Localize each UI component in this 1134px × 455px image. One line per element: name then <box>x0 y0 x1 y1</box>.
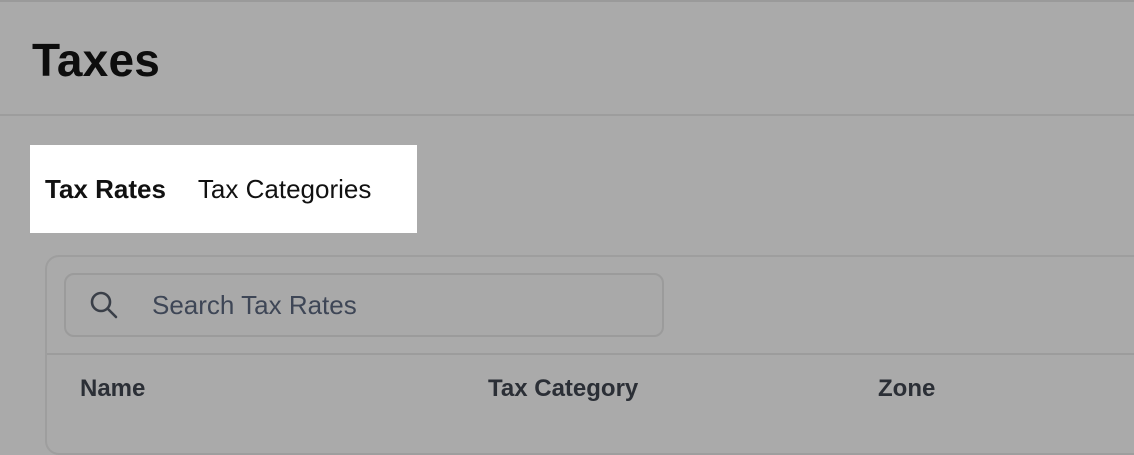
page-header: Taxes <box>0 2 1134 116</box>
tab-bar: Tax Rates Tax Categories <box>30 145 417 233</box>
tab-tax-rates[interactable]: Tax Rates <box>45 174 166 204</box>
tax-rates-panel: Name Tax Category Zone <box>45 255 1134 455</box>
column-header-tax-category[interactable]: Tax Category <box>488 375 638 403</box>
tab-tax-categories[interactable]: Tax Categories <box>198 174 371 204</box>
search-box[interactable] <box>64 273 664 337</box>
search-input[interactable] <box>152 275 642 335</box>
column-header-name[interactable]: Name <box>80 375 145 403</box>
table-header-row: Name Tax Category Zone <box>47 355 1134 415</box>
column-header-zone[interactable]: Zone <box>878 375 935 403</box>
search-icon <box>90 291 118 319</box>
page-title: Taxes <box>32 34 161 86</box>
